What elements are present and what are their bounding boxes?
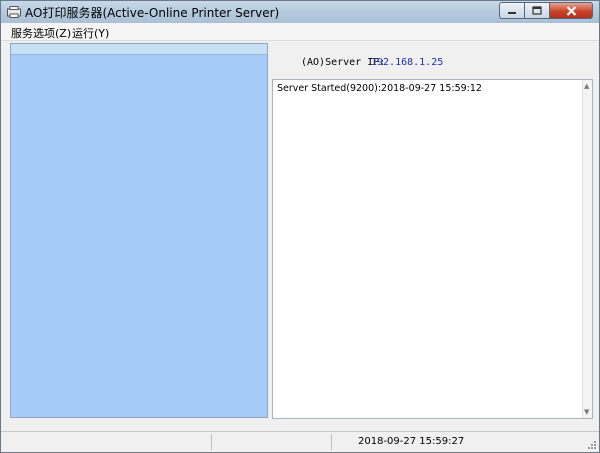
- minimize-button[interactable]: [499, 2, 525, 19]
- status-separator: [331, 434, 332, 450]
- menu-run[interactable]: 运行(Y): [72, 25, 109, 41]
- app-icon: [7, 6, 21, 18]
- close-button[interactable]: [550, 2, 593, 19]
- log-scrollbar[interactable]: ▲ ▼: [582, 80, 592, 418]
- printer-list-header: [11, 44, 267, 55]
- printer-list-panel[interactable]: [10, 43, 268, 418]
- server-ip-value: 192.168.1.25: [371, 57, 444, 68]
- window-controls: [499, 2, 593, 19]
- close-icon: [566, 5, 576, 16]
- maximize-button[interactable]: [525, 2, 550, 19]
- menu-bar: 服务选项(Z) 运行(Y): [1, 23, 599, 41]
- scroll-up-icon[interactable]: ▲: [584, 82, 589, 90]
- status-time: 2018-09-27 15:59:27: [358, 436, 465, 447]
- scroll-down-icon[interactable]: ▼: [584, 408, 589, 416]
- window-title: AO打印服务器(Active-Online Printer Server): [25, 6, 280, 20]
- server-ip-row: (AO)Server IP: 192.168.1.25: [301, 57, 443, 68]
- log-line: Server Started(9200):2018-09-27 15:59:12: [277, 83, 482, 94]
- server-log[interactable]: Server Started(9200):2018-09-27 15:59:12…: [272, 79, 593, 419]
- maximize-icon: [532, 6, 542, 15]
- title-bar[interactable]: AO打印服务器(Active-Online Printer Server): [1, 1, 599, 23]
- app-window: AO打印服务器(Active-Online Printer Server) 服务…: [0, 0, 600, 453]
- status-bar: 2018-09-27 15:59:27: [1, 431, 599, 452]
- minimize-icon: [508, 11, 516, 14]
- size-grip-icon[interactable]: [587, 440, 597, 450]
- menu-service-options[interactable]: 服务选项(Z): [11, 25, 71, 41]
- status-separator: [211, 434, 212, 450]
